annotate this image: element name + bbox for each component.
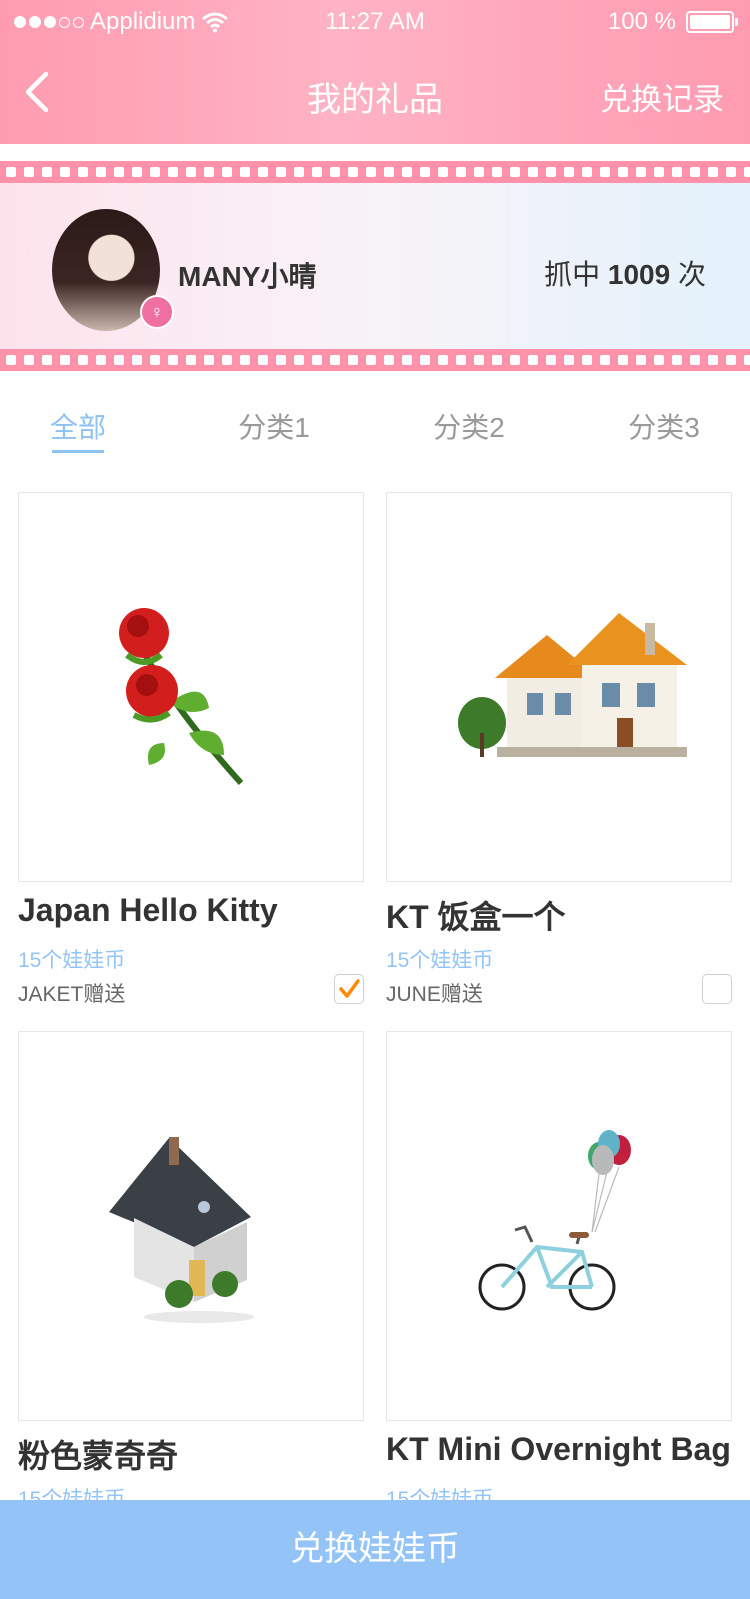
gift-name: Japan Hello Kitty xyxy=(18,892,278,928)
gift-image-frame xyxy=(386,1031,732,1421)
active-tab-indicator xyxy=(52,450,104,453)
tab-all[interactable]: 全部 xyxy=(50,406,106,446)
cottage-image xyxy=(109,1137,254,1323)
gift-card[interactable]: Japan Hello Kitty 15个娃娃币 JAKET赠送 xyxy=(18,492,364,1006)
catch-count: 抓中 1009 次 xyxy=(544,253,706,293)
gift-card[interactable]: KT 饭盒一个 15个娃娃币 JUNE赠送 xyxy=(386,492,732,1006)
battery-group: 100 % xyxy=(607,8,738,36)
tab-category-3[interactable]: 分类3 xyxy=(628,406,700,446)
gift-image-frame xyxy=(386,492,732,882)
female-gender-icon: ♀ xyxy=(140,295,174,329)
profile-banner: ♀ MANY小晴 抓中 1009 次 xyxy=(0,161,750,371)
gift-coin-price: 15个娃娃币 xyxy=(18,949,126,972)
category-tabs: 全部 分类1 分类2 分类3 xyxy=(0,396,750,456)
gift-sender: JUNE赠送 xyxy=(386,983,483,1006)
exchange-coins-button[interactable]: 兑换娃娃币 xyxy=(0,1500,750,1599)
checkmark-icon xyxy=(339,979,360,998)
catch-number: 1009 xyxy=(607,259,671,290)
bicycle-balloons-image xyxy=(478,1130,631,1311)
gift-name: 粉色蒙奇奇 xyxy=(18,1438,179,1474)
house-image xyxy=(458,613,687,757)
rose-image xyxy=(119,608,244,786)
film-strip-bottom xyxy=(0,349,750,371)
battery-percentage: 100 % xyxy=(607,8,676,35)
header: Applidium 11:27 AM 100 % 我的礼品 兑换记录 xyxy=(0,0,750,144)
tab-category-1[interactable]: 分类1 xyxy=(238,406,310,446)
film-strip-top xyxy=(0,161,750,183)
tab-category-2[interactable]: 分类2 xyxy=(433,406,505,446)
gift-image-frame xyxy=(18,1031,364,1421)
status-bar: Applidium 11:27 AM 100 % xyxy=(0,8,750,38)
catch-prefix: 抓中 xyxy=(544,259,601,290)
select-checkbox[interactable] xyxy=(334,974,364,1004)
catch-suffix: 次 xyxy=(677,259,706,290)
exchange-history-link[interactable]: 兑换记录 xyxy=(600,74,724,119)
gift-coin-price: 15个娃娃币 xyxy=(386,949,494,972)
gift-card[interactable]: 粉色蒙奇奇 15个娃娃币 xyxy=(18,1031,364,1511)
username: MANY小晴 xyxy=(178,261,317,292)
gift-name: KT 饭盒一个 xyxy=(386,899,566,935)
gift-image-frame xyxy=(18,492,364,882)
battery-icon xyxy=(686,11,738,33)
gift-name: KT Mini Overnight Bag xyxy=(386,1431,731,1467)
gift-card[interactable]: KT Mini Overnight Bag 15个娃娃币 xyxy=(386,1031,732,1511)
gift-sender: JAKET赠送 xyxy=(18,983,126,1006)
select-checkbox[interactable] xyxy=(702,974,732,1004)
